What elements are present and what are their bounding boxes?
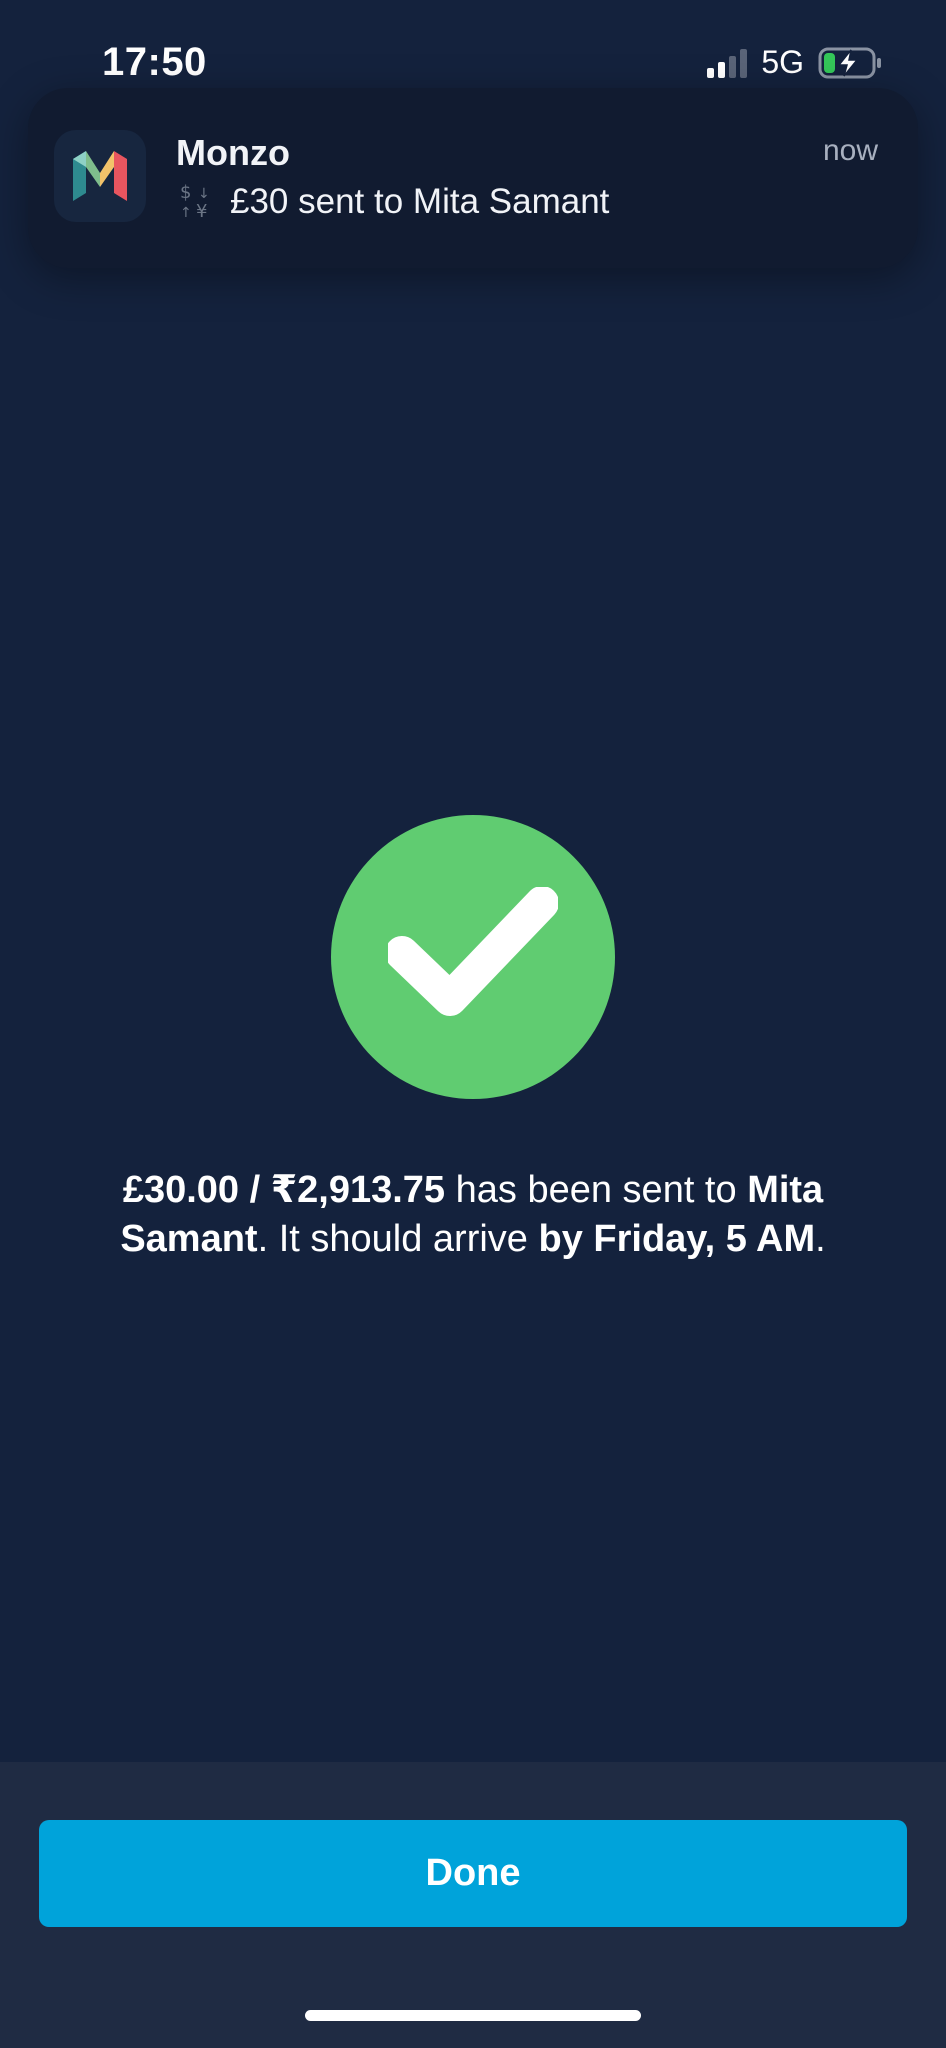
svg-text:↑: ↑: [180, 205, 192, 220]
message-end: .: [815, 1218, 826, 1260]
checkmark-icon: [388, 887, 558, 1016]
done-button[interactable]: Done: [39, 1820, 907, 1927]
status-time: 17:50: [102, 40, 207, 84]
notification-time: now: [822, 134, 878, 167]
sent-amounts: £30.00 / ₹2,913.75: [122, 1169, 446, 1211]
status-indicators: 5G: [707, 44, 882, 81]
success-message: £30.00 / ₹2,913.75 has been sent to Mita…: [70, 1166, 876, 1264]
arrival-time: by Friday, 5 AM: [538, 1218, 816, 1260]
cellular-signal-icon: [707, 48, 748, 78]
svg-text:↓: ↓: [198, 186, 210, 202]
success-check-circle: [331, 815, 615, 1099]
battery-charging-icon: [818, 46, 882, 80]
network-type-label: 5G: [761, 44, 804, 80]
svg-text:¥: ¥: [196, 201, 207, 220]
notification-body: $ ↓ ↑ ¥ £30 sent to Mita Samant: [176, 180, 609, 224]
home-indicator[interactable]: [305, 2010, 641, 2021]
arrive-text: . It should arrive: [257, 1218, 539, 1260]
sent-to-text: has been sent to: [445, 1169, 748, 1211]
push-notification[interactable]: Monzo now $ ↓ ↑ ¥ £30 sent to Mita Saman…: [28, 88, 918, 268]
currency-exchange-icon: $ ↓ ↑ ¥: [176, 180, 220, 224]
svg-text:$: $: [180, 182, 191, 203]
monzo-logo-icon: [54, 130, 146, 222]
notification-app-name: Monzo: [176, 132, 290, 173]
notification-message: £30 sent to Mita Samant: [230, 182, 610, 221]
